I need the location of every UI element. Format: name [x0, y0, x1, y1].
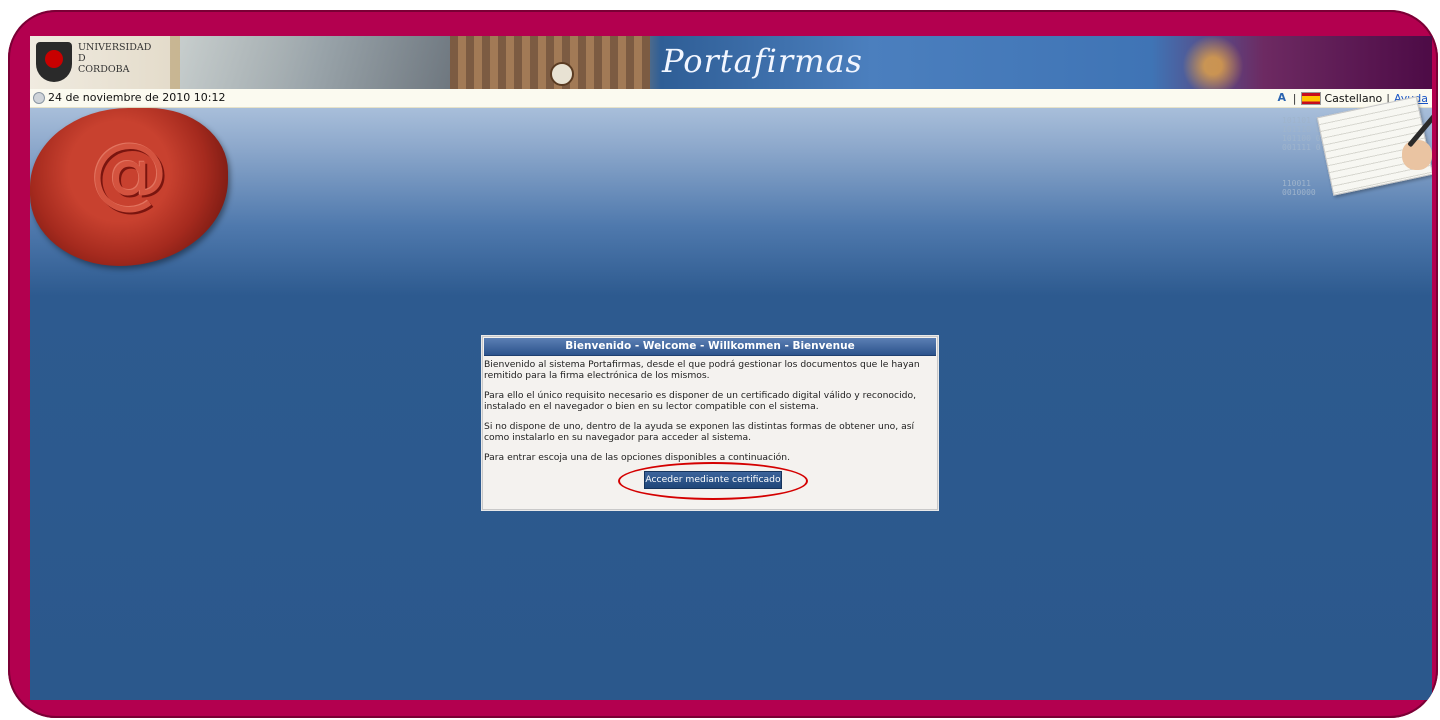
requirement-paragraph: Para ello el único requisito necesario e… [484, 390, 916, 412]
document-signing-illustration: 101101 0 101110 0 101100 0 001111 0 1100… [1282, 96, 1432, 208]
dialog-body: Bienvenido al sistema Portafirmas, desde… [483, 357, 937, 500]
tower-clock-icon [550, 62, 574, 86]
binary-digits: 101101 0 101110 0 101100 0 001111 0 1100… [1282, 116, 1321, 197]
university-crest-icon [36, 42, 72, 82]
instruction-paragraph: Para entrar escoja una de las opciones d… [484, 452, 791, 463]
welcome-dialog: Bienvenido - Welcome - Willkommen - Bien… [482, 336, 938, 510]
spanish-flag-icon[interactable] [1300, 91, 1321, 105]
separator: | [1292, 91, 1297, 105]
browser-viewport: UNIVERSIDAD D CORDOBA Portafirmas 24 de … [30, 36, 1432, 700]
dialog-title: Bienvenido - Welcome - Willkommen - Bien… [484, 338, 936, 356]
university-logo: UNIVERSIDAD D CORDOBA [30, 36, 170, 89]
clock-icon [33, 92, 45, 104]
certificate-login-button[interactable]: Acceder mediante certificado [644, 471, 782, 489]
university-name: UNIVERSIDAD D CORDOBA [78, 42, 152, 75]
app-title: Portafirmas [662, 42, 863, 80]
seal-at-symbol: @ [90, 128, 168, 218]
screenshot-frame: UNIVERSIDAD D CORDOBA Portafirmas 24 de … [8, 10, 1438, 718]
language-label[interactable]: Castellano [1325, 92, 1383, 105]
info-bar: 24 de noviembre de 2010 10:12 A | Castel… [30, 89, 1432, 108]
current-datetime: 24 de noviembre de 2010 10:12 [48, 91, 226, 104]
button-row: Acceder mediante certificado [484, 462, 936, 500]
header-banner: UNIVERSIDAD D CORDOBA Portafirmas [30, 36, 1432, 89]
hand-illustration [1402, 140, 1432, 170]
welcome-paragraph: Bienvenido al sistema Portafirmas, desde… [484, 359, 920, 381]
banner-building [450, 36, 650, 89]
help-paragraph: Si no dispone de uno, dentro de la ayuda… [484, 421, 915, 443]
banner-swoosh [1180, 36, 1290, 89]
language-icon[interactable]: A [1275, 91, 1289, 105]
banner-sky [180, 36, 460, 89]
